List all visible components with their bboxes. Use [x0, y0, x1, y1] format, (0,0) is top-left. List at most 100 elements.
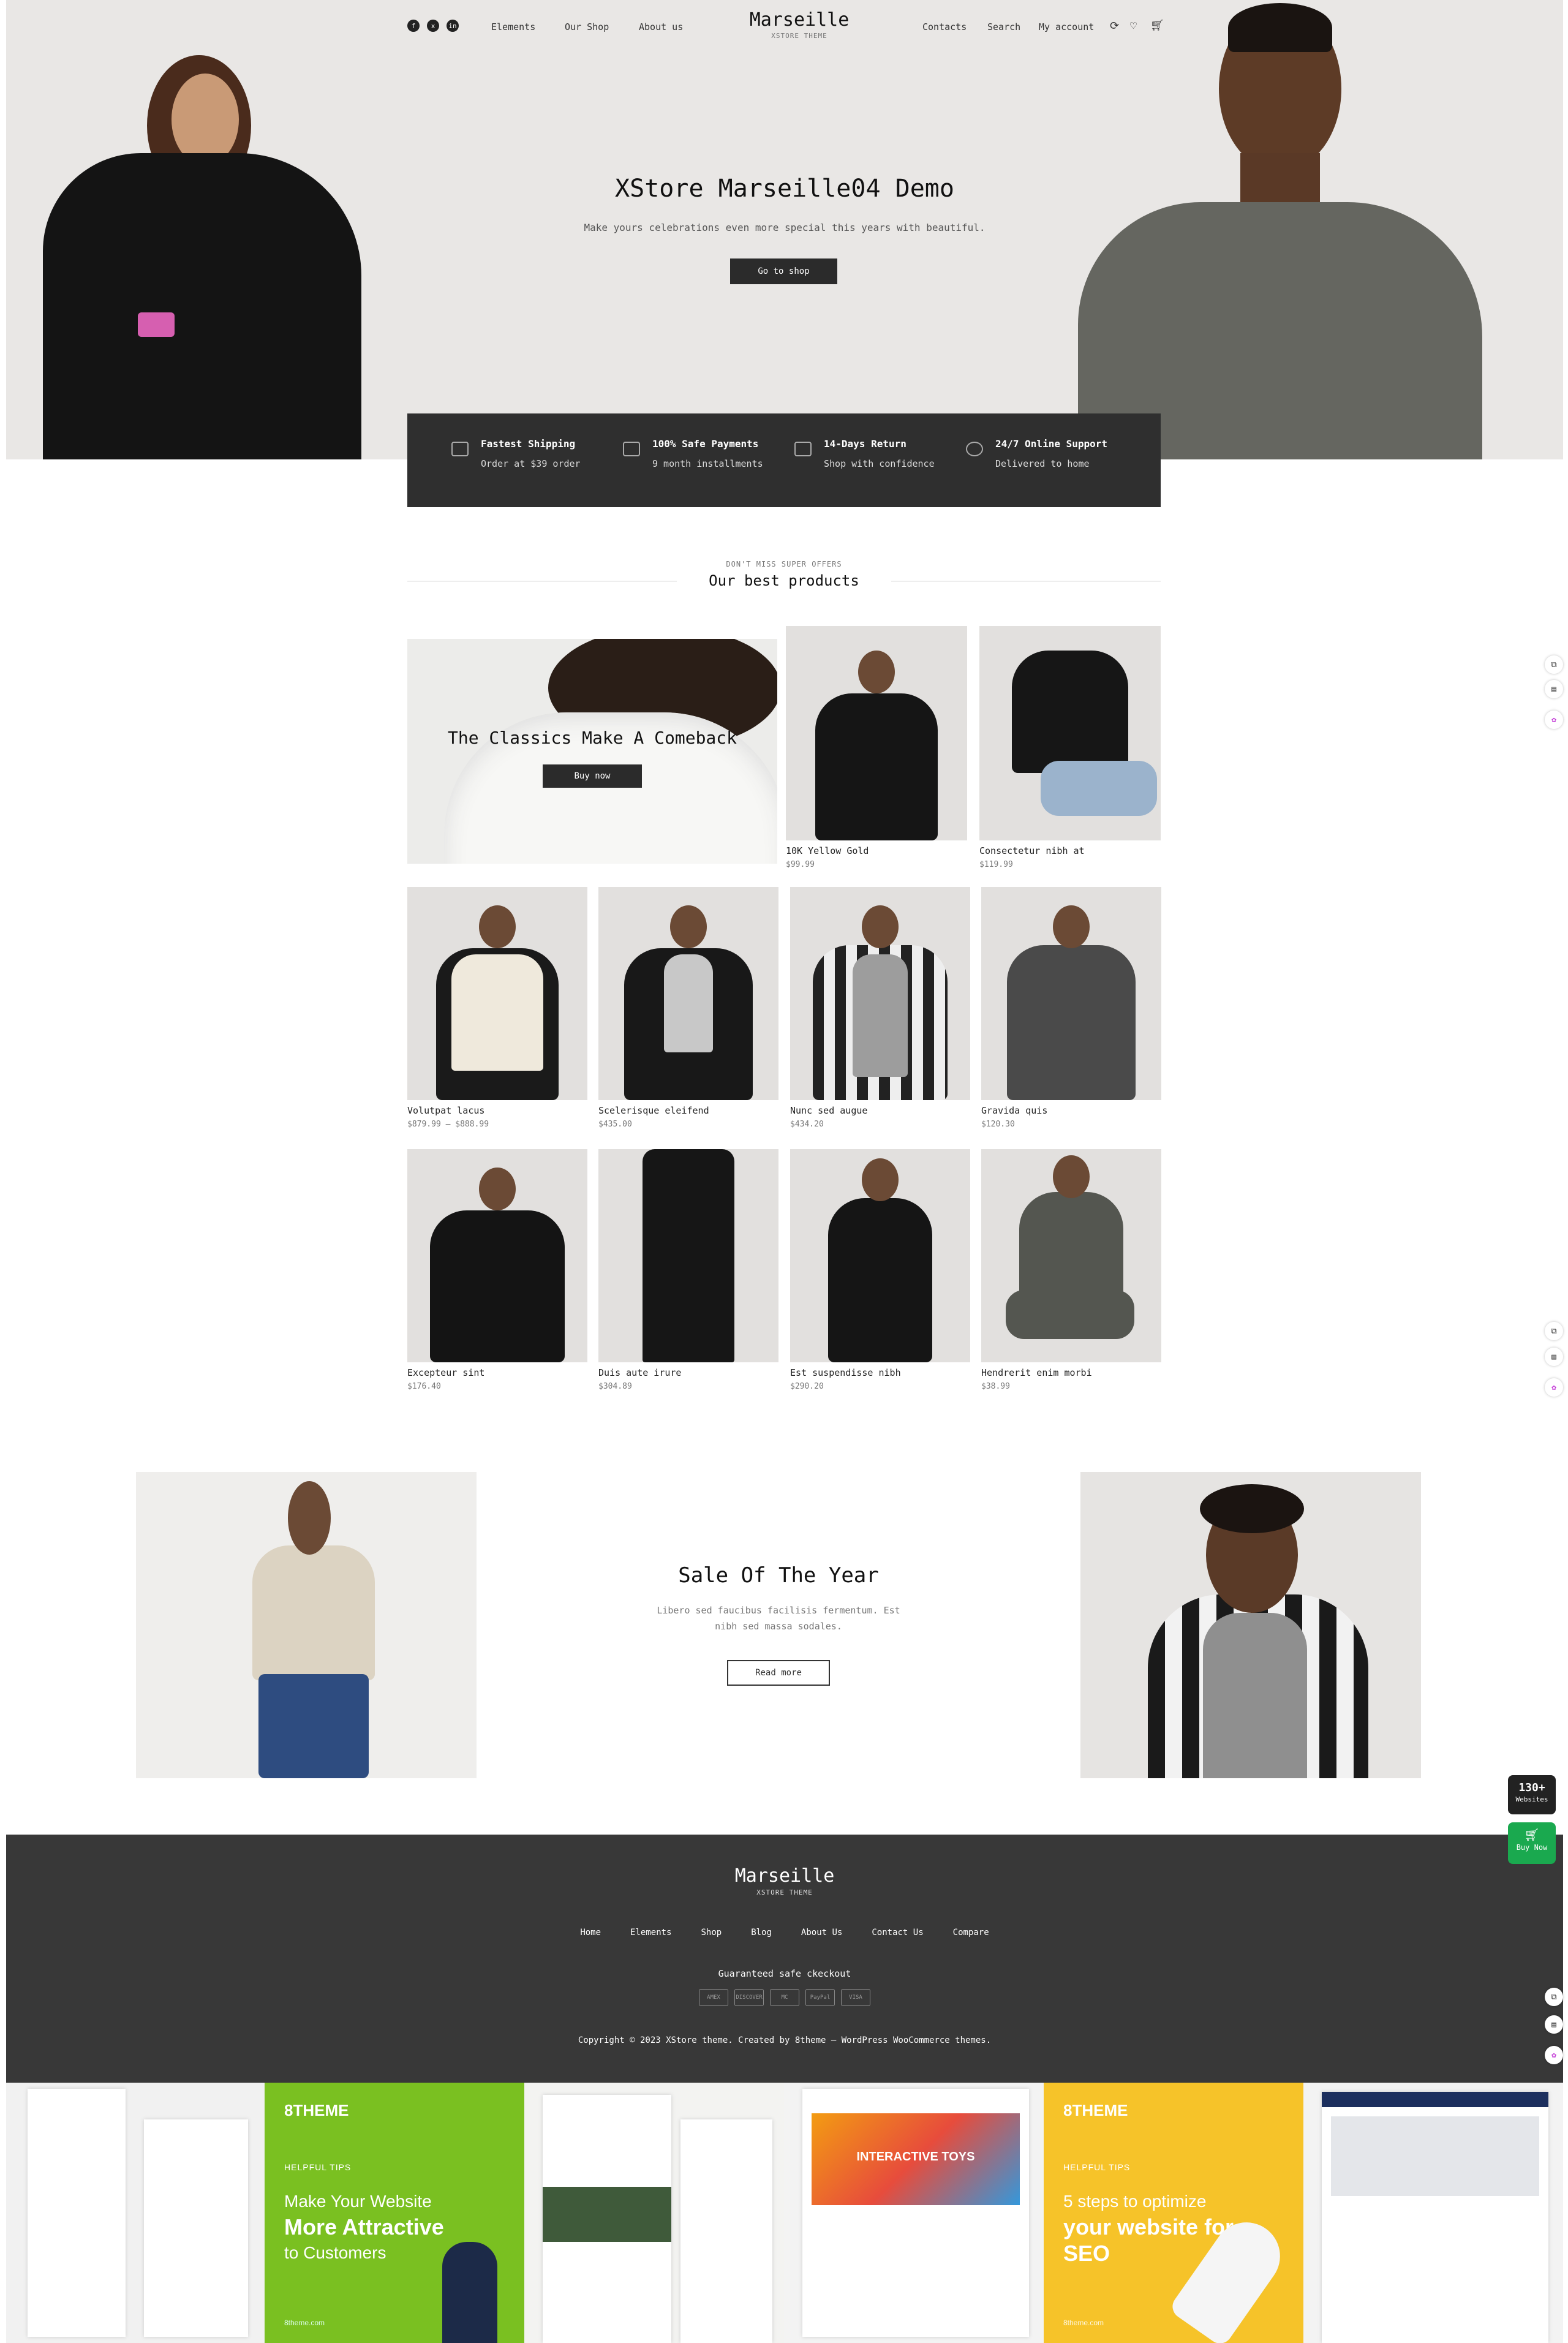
- product-card[interactable]: Est suspendisse nibh $290.20: [790, 1149, 970, 1394]
- product-card[interactable]: Consectetur nibh at $119.99: [979, 626, 1161, 871]
- blog-promo-seo[interactable]: 8THEME HELPFUL TIPS 5 steps to optimize …: [1044, 2083, 1303, 2343]
- go-to-shop-button[interactable]: Go to shop: [730, 258, 837, 284]
- product-card[interactable]: Hendrerit enim morbi $38.99: [981, 1149, 1161, 1394]
- product-card[interactable]: Excepteur sint $176.40: [407, 1149, 587, 1394]
- websites-label: Websites: [1515, 1795, 1548, 1803]
- product-card[interactable]: Duis aute irure $304.89: [598, 1149, 778, 1394]
- footer-nav-contact-us[interactable]: Contact Us: [872, 1928, 923, 1937]
- demo-thumbnail[interactable]: INTERACTIVE TOYS: [784, 2083, 1044, 2343]
- nav-search[interactable]: Search: [987, 21, 1020, 32]
- classics-banner[interactable]: The Classics Make A Comeback Buy now: [407, 639, 777, 864]
- product-image[interactable]: [790, 887, 970, 1100]
- features-bar: Fastest Shipping Order at $39 order 100%…: [407, 413, 1161, 507]
- facebook-icon[interactable]: f: [407, 20, 420, 32]
- footer-nav-elements[interactable]: Elements: [630, 1928, 671, 1937]
- feature-return: 14-Days Return Shop with confidence: [794, 438, 935, 469]
- product-image[interactable]: [786, 626, 967, 840]
- footer-logo-sub: XSTORE THEME: [756, 1888, 813, 1896]
- product-name[interactable]: Duis aute irure: [598, 1367, 681, 1378]
- footer-nav-about-us[interactable]: About Us: [801, 1928, 842, 1937]
- product-name[interactable]: Volutpat lacus: [407, 1105, 484, 1116]
- book-side-icon[interactable]: ▤: [1545, 1348, 1563, 1366]
- product-image[interactable]: [598, 887, 778, 1100]
- websites-count-badge[interactable]: 130+ Websites: [1508, 1775, 1556, 1814]
- nav-about-us[interactable]: About us: [639, 21, 683, 32]
- product-image[interactable]: [598, 1149, 778, 1362]
- payment-icons: AMEX DISCOVER MC PayPal VISA: [6, 1989, 1563, 2006]
- product-name[interactable]: 10K Yellow Gold: [786, 845, 869, 856]
- product-card[interactable]: Gravida quis $120.30: [981, 887, 1161, 1132]
- linkedin-icon[interactable]: in: [447, 20, 459, 32]
- product-name[interactable]: Nunc sed augue: [790, 1105, 867, 1116]
- product-image[interactable]: [981, 1149, 1161, 1362]
- product-price: $304.89: [598, 1382, 632, 1391]
- product-card[interactable]: Volutpat lacus $879.99 – $888.99: [407, 887, 587, 1132]
- feature-shipping: Fastest Shipping Order at $39 order: [451, 438, 581, 469]
- promo-line-bold: SEO: [1063, 2241, 1110, 2266]
- palette-side-icon[interactable]: ✿: [1545, 711, 1563, 729]
- demo-thumbnail[interactable]: [1303, 2083, 1563, 2343]
- product-price: $434.20: [790, 1120, 824, 1129]
- product-name[interactable]: Gravida quis: [981, 1105, 1047, 1116]
- brand-logo: 8THEME: [1063, 2101, 1128, 2119]
- footer: Marseille XSTORE THEME Home Elements Sho…: [6, 1835, 1563, 2083]
- promo-kicker: HELPFUL TIPS: [1063, 2162, 1131, 2172]
- nav-contacts[interactable]: Contacts: [922, 21, 967, 32]
- promo-kicker: HELPFUL TIPS: [284, 2162, 352, 2172]
- x-twitter-icon[interactable]: x: [427, 20, 439, 32]
- banner-title: The Classics Make A Comeback: [447, 728, 737, 748]
- sale-title: Sale Of The Year: [678, 1563, 879, 1588]
- feature-payments: 100% Safe Payments 9 month installments: [623, 438, 763, 469]
- product-card[interactable]: Scelerisque eleifend $435.00: [598, 887, 778, 1132]
- feature-sub: 9 month installments: [652, 458, 763, 469]
- product-image[interactable]: [790, 1149, 970, 1362]
- footer-nav-shop[interactable]: Shop: [701, 1928, 722, 1937]
- buy-now-button[interactable]: Buy now: [543, 764, 642, 788]
- palette-side-icon[interactable]: ✿: [1545, 1378, 1563, 1397]
- hero-banner: f x in Elements Our Shop About us Marsei…: [6, 0, 1563, 459]
- demo-thumbnail[interactable]: [524, 2083, 784, 2343]
- compare-side-icon[interactable]: ⧉: [1545, 1322, 1563, 1340]
- buy-now-float-button[interactable]: 🛒︎ Buy Now: [1508, 1822, 1556, 1864]
- site-logo[interactable]: Marseille: [726, 9, 873, 31]
- footer-logo[interactable]: Marseille: [6, 1865, 1563, 1887]
- compare-side-icon[interactable]: ⧉: [1545, 1988, 1563, 2006]
- product-card[interactable]: Nunc sed augue $434.20: [790, 887, 970, 1132]
- product-price: $879.99 – $888.99: [407, 1120, 489, 1129]
- product-image[interactable]: [407, 887, 587, 1100]
- compare-icon[interactable]: ⟳: [1110, 20, 1119, 32]
- nav-my-account[interactable]: My account: [1039, 21, 1094, 32]
- promo-line: to Customers: [284, 2243, 386, 2262]
- cart-icon[interactable]: 🛒︎: [1150, 19, 1164, 32]
- product-name[interactable]: Est suspendisse nibh: [790, 1367, 901, 1378]
- product-name[interactable]: Consectetur nibh at: [979, 845, 1085, 856]
- product-card[interactable]: 10K Yellow Gold $99.99: [786, 626, 967, 871]
- chat-icon: [966, 442, 983, 456]
- product-image[interactable]: [979, 626, 1161, 840]
- read-more-button[interactable]: Read more: [727, 1660, 830, 1686]
- header-bar: f x in Elements Our Shop About us Marsei…: [407, 9, 1167, 55]
- wishlist-icon[interactable]: ♡: [1130, 20, 1137, 32]
- product-name[interactable]: Excepteur sint: [407, 1367, 484, 1378]
- product-price: $120.30: [981, 1120, 1015, 1129]
- product-image[interactable]: [407, 1149, 587, 1362]
- product-price: $290.20: [790, 1382, 824, 1391]
- nav-our-shop[interactable]: Our Shop: [565, 21, 609, 32]
- palette-side-icon[interactable]: ✿: [1545, 2046, 1563, 2064]
- nav-elements[interactable]: Elements: [491, 21, 535, 32]
- book-side-icon[interactable]: ▤: [1545, 680, 1563, 698]
- compare-side-icon[interactable]: ⧉: [1545, 655, 1563, 674]
- product-name[interactable]: Scelerisque eleifend: [598, 1105, 709, 1116]
- demo-thumbnail[interactable]: [6, 2083, 265, 2343]
- feature-title: 14-Days Return: [824, 438, 907, 450]
- footer-nav-home[interactable]: Home: [580, 1928, 601, 1937]
- footer-nav-blog[interactable]: Blog: [751, 1928, 772, 1937]
- mastercard-icon: MC: [770, 1989, 799, 2006]
- product-price: $435.00: [598, 1120, 632, 1129]
- product-image[interactable]: [981, 887, 1161, 1100]
- feature-sub: Shop with confidence: [824, 458, 935, 469]
- footer-nav-compare[interactable]: Compare: [953, 1928, 989, 1937]
- book-side-icon[interactable]: ▤: [1545, 2015, 1563, 2034]
- blog-promo-attractive[interactable]: 8THEME HELPFUL TIPS Make Your Website Mo…: [265, 2083, 524, 2343]
- product-name[interactable]: Hendrerit enim morbi: [981, 1367, 1092, 1378]
